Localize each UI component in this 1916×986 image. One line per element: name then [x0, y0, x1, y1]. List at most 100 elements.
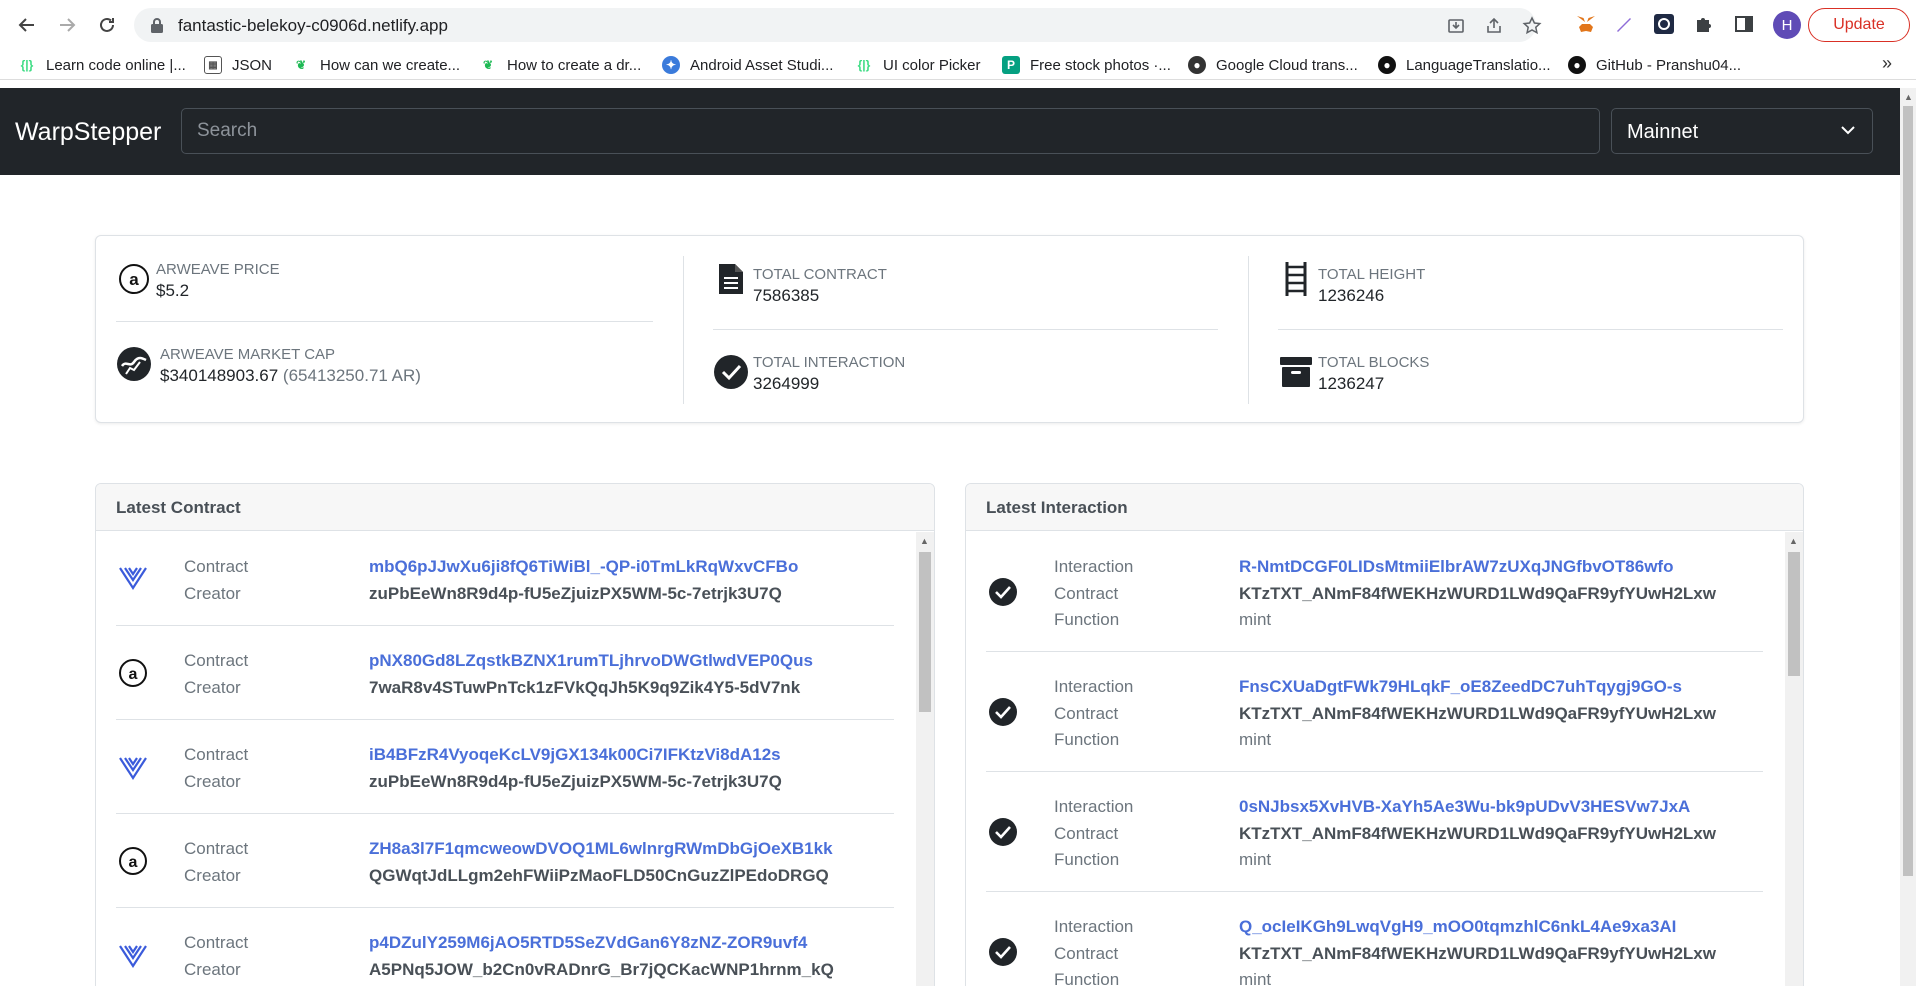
contract-key: Contract [184, 839, 249, 858]
warp-icon [116, 560, 150, 594]
contract-row[interactable]: a Contract ZH8a3l7F1qmcweowDVOQ1ML6wlnrg… [116, 814, 894, 908]
stats-card: a ARWEAVE PRICE $5.2 ARWEAVE MARKET CAP … [95, 235, 1804, 423]
bookmark-label: UI color Picker [883, 56, 981, 74]
interaction-id-link[interactable]: FnsCXUaDgtFWk79HLqkF_oE8ZeedDC7uhTqygj9G… [1239, 677, 1682, 697]
contract-key: Contract [1054, 704, 1119, 723]
update-button[interactable]: Update [1808, 8, 1910, 42]
star-icon[interactable] [1522, 16, 1542, 36]
share-icon[interactable] [1484, 16, 1504, 36]
network-select[interactable]: Mainnet [1611, 108, 1873, 154]
bookmark-3[interactable]: ❦ How to create a dr... [479, 54, 641, 76]
search-input[interactable] [181, 108, 1600, 154]
interaction-row[interactable]: Interaction FnsCXUaDgtFWk79HLqkF_oE8Zeed… [986, 652, 1763, 772]
contract-id-link[interactable]: p4DZulY259M6jAO5RTD5SeZVdGan6Y8zNZ-ZOR9u… [369, 933, 807, 953]
svg-text:a: a [129, 854, 138, 871]
bookmark-4[interactable]: ✦ Android Asset Studi... [662, 54, 833, 76]
panel-title: Latest Interaction [966, 484, 1803, 531]
function-key: Function [1054, 730, 1120, 749]
creator-key: Creator [184, 584, 241, 603]
function-name: mint [1239, 610, 1272, 629]
bookmark-0[interactable]: {|} Learn code online |... [18, 54, 186, 76]
check-circle-icon [986, 935, 1020, 969]
interaction-row[interactable]: Interaction 0sNJbsx5XvHVB-XaYh5Ae3Wu-bk9… [986, 772, 1763, 892]
bookmarks-bar: {|} Learn code online |... ▦ JSON ❦ How … [0, 50, 1916, 80]
interaction-key: Interaction [1054, 917, 1134, 936]
creator-key: Creator [184, 866, 241, 885]
ladder-icon [1278, 261, 1314, 297]
globe-chart-icon [116, 346, 152, 382]
contract-id-link[interactable]: ZH8a3l7F1qmcweowDVOQ1ML6wlnrgRWmDbGjOeXB… [369, 839, 833, 859]
globe-icon: ● [1188, 56, 1206, 74]
interaction-id-link[interactable]: 0sNJbsx5XvHVB-XaYh5Ae3Wu-bk9pUDvV3HESVw7… [1239, 797, 1690, 817]
stat-label: TOTAL BLOCKS [1318, 354, 1430, 371]
bookmark-5[interactable]: {|} UI color Picker [855, 54, 981, 76]
bookmark-7[interactable]: ● Google Cloud trans... [1188, 54, 1358, 76]
leaf-icon: ❦ [295, 58, 307, 72]
photo-icon: P [1002, 56, 1020, 74]
scroll-up-icon[interactable]: ▲ [1789, 536, 1798, 546]
page-scrollbar[interactable]: ▲ [1900, 88, 1916, 986]
json-icon: ▦ [204, 56, 222, 74]
puzzle-extensions-icon[interactable] [1692, 12, 1716, 36]
archive-box-icon [1278, 354, 1314, 390]
bookmark-label: Free stock photos ·... [1030, 56, 1171, 74]
bookmark-2[interactable]: ❦ How can we create... [292, 54, 460, 76]
bookmark-label: Learn code online |... [46, 56, 186, 74]
app-navbar: WarpStepper Mainnet [0, 88, 1900, 175]
metamask-icon[interactable] [1574, 12, 1598, 36]
install-app-icon[interactable] [1446, 16, 1466, 36]
function-name: mint [1239, 970, 1272, 986]
scrollbar-thumb[interactable] [1903, 106, 1913, 876]
contract-list: Contract mbQ6pJJwXu6ji8fQ6TiWiBl_-QP-i0T… [96, 532, 934, 986]
side-panel-icon[interactable] [1732, 12, 1756, 36]
creator-id: A5PNq5JOW_b2Cn0vRADnrG_Br7jQCKacWNP1hrnm… [369, 960, 834, 979]
contract-row[interactable]: Contract p4DZulY259M6jAO5RTD5SeZVdGan6Y8… [116, 908, 894, 986]
interaction-id-link[interactable]: R-NmtDCGF0LIDsMtmiiElbrAW7zUXqJNGfbvOT86… [1239, 557, 1673, 577]
reload-icon[interactable] [92, 10, 122, 40]
contract-id-link[interactable]: mbQ6pJJwXu6ji8fQ6TiWiBl_-QP-i0TmLkRqWxvC… [369, 557, 798, 577]
brand-logo[interactable]: WarpStepper [15, 118, 161, 147]
contract-row[interactable]: Contract mbQ6pJJwXu6ji8fQ6TiWiBl_-QP-i0T… [116, 532, 894, 626]
contract-key: Contract [184, 651, 249, 670]
bookmark-label: How to create a dr... [507, 56, 642, 74]
asset-studio-icon: ✦ [662, 56, 680, 74]
back-arrow-icon[interactable] [12, 10, 42, 40]
scroll-up-icon[interactable]: ▲ [920, 536, 929, 546]
svg-text:a: a [129, 270, 139, 289]
bookmark-9[interactable]: ● GitHub - Pranshu04... [1568, 54, 1741, 76]
forward-arrow-icon[interactable] [52, 10, 82, 40]
check-circle-icon [986, 575, 1020, 609]
contract-id-link[interactable]: pNX80Gd8LZqstkBZNX1rumTLjhrvoDWGtlwdVEP0… [369, 651, 813, 671]
function-key: Function [1054, 970, 1120, 986]
extension-c-icon[interactable] [1652, 12, 1676, 36]
interaction-row[interactable]: Interaction R-NmtDCGF0LIDsMtmiiElbrAW7zU… [986, 532, 1763, 652]
bookmark-label: Google Cloud trans... [1216, 56, 1358, 74]
network-value: Mainnet [1627, 121, 1699, 143]
contract-list-scrollbar[interactable]: ▲ [916, 532, 934, 986]
update-label: Update [1833, 16, 1885, 33]
pen-extension-icon[interactable] [1612, 12, 1636, 36]
bookmark-1[interactable]: ▦ JSON [204, 54, 272, 76]
market-cap-usd: $340148903.67 [160, 366, 279, 385]
divider [713, 329, 1218, 330]
contract-row[interactable]: a Contract pNX80Gd8LZqstkBZNX1rumTLjhrvo… [116, 626, 894, 720]
more-bookmarks-icon[interactable]: » [1882, 53, 1892, 74]
profile-avatar[interactable]: H [1773, 11, 1801, 39]
scrollbar-thumb[interactable] [919, 552, 931, 712]
contract-key: Contract [1054, 584, 1119, 603]
address-bar[interactable]: fantastic-belekoy-c0906d.netlify.app [134, 8, 1542, 42]
bookmark-8[interactable]: ● LanguageTranslatio... [1378, 54, 1551, 76]
contract-id-link[interactable]: iB4BFzR4VyoqeKcLV9jGX134k00Ci7IFKtzVi8dA… [369, 745, 781, 765]
contract-row[interactable]: Contract iB4BFzR4VyoqeKcLV9jGX134k00Ci7I… [116, 720, 894, 814]
bookmark-6[interactable]: P Free stock photos ·... [1002, 54, 1171, 76]
scrollbar-thumb[interactable] [1788, 552, 1800, 676]
scroll-up-icon[interactable]: ▲ [1904, 92, 1913, 102]
contract-key: Contract [1054, 944, 1119, 963]
interaction-id-link[interactable]: Q_ocIeIKGh9LwqVgH9_mOO0tqmzhlC6nkL4Ae9xa… [1239, 917, 1676, 937]
arweave-logo-icon: a [116, 261, 152, 297]
interaction-list-scrollbar[interactable]: ▲ [1785, 532, 1803, 986]
stat-value: 1236246 [1318, 286, 1385, 305]
function-key: Function [1054, 610, 1120, 629]
arweave-icon: a [116, 656, 150, 690]
interaction-row[interactable]: Interaction Q_ocIeIKGh9LwqVgH9_mOO0tqmzh… [986, 892, 1763, 986]
